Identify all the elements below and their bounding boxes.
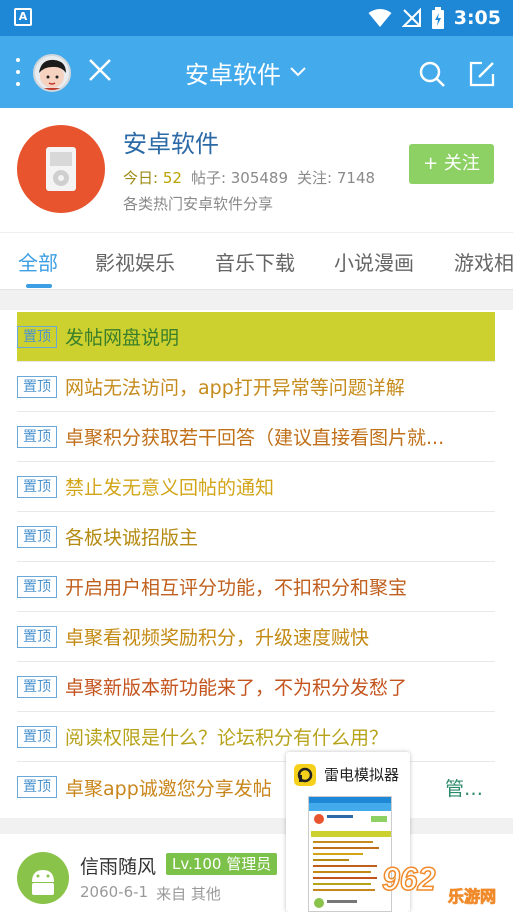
pinned-tag: 置顶 <box>17 525 57 548</box>
compose-icon[interactable] <box>468 60 496 88</box>
thread-title: 开启用户相互评分功能，不扣积分和聚宝 <box>65 577 408 599</box>
pinned-tag: 置顶 <box>17 625 57 648</box>
separator <box>0 818 513 834</box>
svg-text:乐游网: 乐游网 <box>448 887 496 906</box>
thread-row[interactable]: 置顶 网站无法访问，app打开异常等问题详解 <box>17 362 495 412</box>
post-source: 来自 其他 <box>156 885 221 903</box>
pinned-thread-list: 置顶 发帖网盘说明 置顶 网站无法访问，app打开异常等问题详解 置顶 卓聚积分… <box>0 310 513 818</box>
search-icon[interactable] <box>418 60 446 88</box>
thread-row[interactable]: 置顶 阅读权限是什么？论坛积分有什么用？ <box>17 712 495 762</box>
thread-title: 阅读权限是什么？论坛积分有什么用？ <box>65 727 389 749</box>
more-menu-icon[interactable] <box>14 58 22 86</box>
chevron-down-icon <box>290 67 306 77</box>
thread-title: 禁止发无意义回帖的通知 <box>65 477 275 499</box>
forum-header: 安卓软件 今日: 52 帖子: 305489 关注: 7148 各类热门安卓软件… <box>0 108 513 232</box>
pinned-tag: 置顶 <box>17 325 57 348</box>
level-badge: Lv.100 管理员 <box>166 853 278 875</box>
post-count: 帖子: 305489 <box>190 169 289 187</box>
thread-title: 卓聚积分获取若干回答（建议直接看图片就... <box>65 427 445 449</box>
app-notification-icon: A <box>14 8 32 26</box>
thread-title: 卓聚看视频奖励积分，升级速度贼快 <box>65 627 370 649</box>
no-signal-icon <box>401 8 421 27</box>
wifi-icon <box>368 9 392 27</box>
svg-text:962: 962 <box>382 861 436 897</box>
pinned-tag: 置顶 <box>17 375 57 398</box>
thread-row[interactable]: 置顶 卓聚积分获取若干回答（建议直接看图片就... <box>17 412 495 462</box>
thread-row[interactable]: 置顶 卓聚新版本新功能来了，不为积分发愁了 <box>17 662 495 712</box>
tab-video[interactable]: 影视娱乐 <box>95 247 175 276</box>
post-meta: 2060-6-1 来自 其他 <box>80 883 221 904</box>
thread-row[interactable]: 置顶 卓聚看视频奖励积分，升级速度贼快 <box>17 612 495 662</box>
tab-games[interactable]: 游戏相 <box>454 247 513 276</box>
thread-title: 网站无法访问，app打开异常等问题详解 <box>65 377 405 399</box>
thread-title-suffix: 管理... <box>445 777 495 800</box>
emulator-app-icon <box>294 764 316 786</box>
forum-name: 安卓软件 <box>123 130 219 158</box>
appbar-title: 安卓软件 <box>185 60 281 89</box>
forum-logo <box>17 125 105 213</box>
separator <box>0 290 513 310</box>
clock: 3:05 <box>453 7 501 29</box>
tab-novel[interactable]: 小说漫画 <box>334 247 414 276</box>
pinned-tag: 置顶 <box>17 675 57 698</box>
pinned-tag: 置顶 <box>17 425 57 448</box>
battery-icon <box>431 7 444 29</box>
follower-count: 关注: 7148 <box>297 169 376 187</box>
author-name[interactable]: 信雨随风 <box>80 852 156 879</box>
category-tabs: 全部 影视娱乐 音乐下载 小说漫画 游戏相 <box>0 232 513 290</box>
status-icons: 3:05 <box>368 6 501 30</box>
thread-title: 卓聚新版本新功能来了，不为积分发愁了 <box>65 677 408 699</box>
tab-indicator <box>26 284 52 288</box>
thread-row[interactable]: 置顶 禁止发无意义回帖的通知 <box>17 462 495 512</box>
site-watermark: 962 乐游网 <box>378 858 508 908</box>
thread-row[interactable]: 置顶 发帖网盘说明 <box>17 312 495 362</box>
pinned-tag: 置顶 <box>17 776 57 798</box>
app-bar: 安卓软件 <box>0 36 513 108</box>
pinned-tag: 置顶 <box>17 475 57 498</box>
pinned-tag: 置顶 <box>17 575 57 598</box>
thread-row[interactable]: 置顶 开启用户相互评分功能，不扣积分和聚宝 <box>17 562 495 612</box>
forum-stats: 今日: 52 帖子: 305489 关注: 7148 <box>123 167 375 188</box>
close-icon[interactable] <box>86 56 114 84</box>
thread-title: 发帖网盘说明 <box>65 327 180 349</box>
tab-all[interactable]: 全部 <box>18 247 58 276</box>
pinned-tag: 置顶 <box>17 725 57 748</box>
forum-switcher[interactable]: 安卓软件 <box>185 56 307 89</box>
post-date: 2060-6-1 <box>80 883 149 901</box>
tab-music[interactable]: 音乐下载 <box>215 247 295 276</box>
forum-description: 各类热门安卓软件分享 <box>123 195 274 213</box>
follow-button[interactable]: + 关注 <box>409 144 494 184</box>
thread-title: 各板块诚招版主 <box>65 527 199 549</box>
status-bar: A 3:05 <box>0 0 513 36</box>
today-count: 今日: 52 <box>123 169 182 187</box>
author-avatar[interactable] <box>17 852 69 904</box>
thread-row[interactable]: 置顶 卓聚app诚邀您分享发帖 管理... <box>17 762 495 812</box>
thread-row[interactable]: 置顶 各板块诚招版主 <box>17 512 495 562</box>
user-avatar[interactable] <box>33 54 71 92</box>
emulator-popup-title: 雷电模拟器 <box>324 766 400 784</box>
